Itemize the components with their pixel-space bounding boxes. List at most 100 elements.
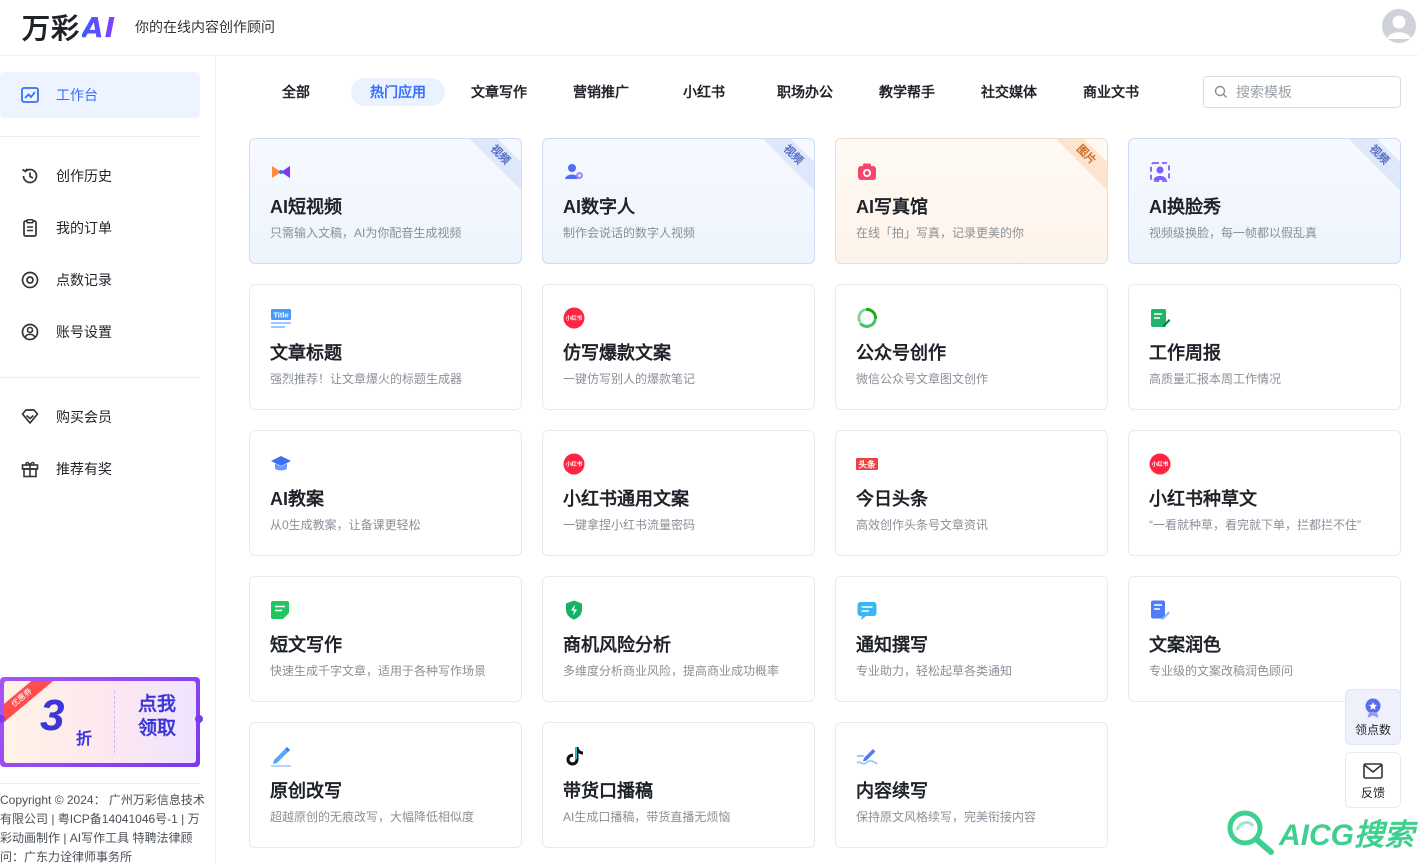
footer-copyright: Copyright © 2024： 广州万彩信息技术有限公司 | 粤ICP备14… bbox=[0, 793, 205, 864]
sidebar-item-workbench[interactable]: 工作台 bbox=[0, 72, 200, 118]
sidebar-item-referral[interactable]: 推荐有奖 bbox=[0, 446, 200, 492]
tab-all[interactable]: 全部 bbox=[268, 78, 324, 106]
card-title: AI换脸秀 bbox=[1149, 197, 1221, 217]
card-description: 专业助力，轻松起草各类通知 bbox=[856, 664, 1013, 678]
tab-social-media[interactable]: 社交媒体 bbox=[976, 78, 1042, 106]
tab-article-writing[interactable]: 文章写作 bbox=[466, 78, 532, 106]
card-ai-short-video[interactable]: AI短视频 只需输入文稿，AI为你配音生成视频 视频 bbox=[249, 138, 522, 264]
xhs-badge-text: 小红书 bbox=[566, 460, 583, 468]
video-bowtie-icon bbox=[270, 161, 292, 183]
notice-icon bbox=[856, 599, 878, 621]
card-live-sales-script[interactable]: 带货口播稿 AI生成口播稿，带货直播无烦恼 bbox=[542, 722, 815, 848]
magnifier-logo-icon bbox=[1227, 810, 1274, 855]
shield-bolt-icon bbox=[563, 599, 585, 621]
claim-points-button[interactable]: 领点数 bbox=[1345, 689, 1401, 745]
continue-write-icon bbox=[856, 745, 878, 767]
order-icon bbox=[20, 218, 40, 238]
card-description: 保持原文风格续写，完美衔接内容 bbox=[856, 810, 1037, 824]
xhs-badge-text: 小红书 bbox=[566, 314, 583, 322]
toutiao-badge-text: 头条 bbox=[858, 460, 876, 471]
card-title: AI写真馆 bbox=[856, 197, 928, 217]
card-content-continue[interactable]: 内容续写 保持原文风格续写，完美衔接内容 bbox=[835, 722, 1108, 848]
card-title: 公众号创作 bbox=[856, 343, 946, 363]
card-description: 视频级换脸，每一帧都以假乱真 bbox=[1149, 226, 1318, 240]
card-description: 快速生成千字文章，适用于各种写作场景 bbox=[270, 664, 487, 678]
card-description: 高质量汇报本周工作情况 bbox=[1149, 372, 1282, 386]
feedback-button[interactable]: 反馈 bbox=[1345, 752, 1401, 808]
card-original-rewrite[interactable]: 原创改写 超越原创的无痕改写，大幅降低相似度 bbox=[249, 722, 522, 848]
logo-ai: AI bbox=[82, 10, 117, 44]
mail-icon bbox=[1363, 762, 1383, 779]
promo-claim-button[interactable]: 点我领取 bbox=[132, 693, 182, 741]
card-toutiao[interactable]: 头条 今日头条 高效创作头条号文章资讯 bbox=[835, 430, 1108, 556]
tab-teaching[interactable]: 教学帮手 bbox=[874, 78, 940, 106]
card-title: 带货口播稿 bbox=[563, 781, 653, 801]
card-article-title[interactable]: Title 文章标题 强烈推荐！让文章爆火的标题生成器 bbox=[249, 284, 522, 410]
card-description: 强烈推荐！让文章爆火的标题生成器 bbox=[270, 372, 463, 386]
tab-marketing[interactable]: 营销推广 bbox=[568, 78, 634, 106]
card-description: 在线「拍」写真，记录更美的你 bbox=[856, 226, 1025, 240]
card-weekly-report[interactable]: 工作周报 高质量汇报本周工作情况 bbox=[1128, 284, 1401, 410]
sidebar-item-label: 购买会员 bbox=[56, 409, 112, 425]
card-ai-digital-human[interactable]: AI数字人 制作会说话的数字人视频 视频 bbox=[542, 138, 815, 264]
brand-logo[interactable]: 万彩 AI bbox=[22, 9, 117, 46]
search-icon bbox=[1214, 85, 1227, 98]
card-description: 一键拿捏小红书流量密码 bbox=[563, 518, 696, 532]
card-imitate-viral-copy[interactable]: 小红书 仿写爆款文案 一键仿写别人的爆款笔记 bbox=[542, 284, 815, 410]
card-description: 高效创作头条号文章资讯 bbox=[856, 518, 989, 532]
card-official-account[interactable]: 公众号创作 微信公众号文章图文创作 bbox=[835, 284, 1108, 410]
short-doc-icon bbox=[270, 599, 292, 621]
xiaohongshu-icon: 小红书 bbox=[563, 307, 585, 329]
card-notice-writing[interactable]: 通知撰写 专业助力，轻松起草各类通知 bbox=[835, 576, 1108, 702]
graduation-cap-icon bbox=[270, 453, 292, 475]
xhs-badge-text: 小红书 bbox=[1152, 460, 1169, 468]
promo-discount-number: 3 bbox=[40, 691, 65, 740]
promo-separator bbox=[114, 691, 115, 753]
promo-discount-unit: 折 bbox=[76, 731, 93, 748]
card-ai-face-swap[interactable]: AI换脸秀 视频级换脸，每一帧都以假乱真 视频 bbox=[1128, 138, 1401, 264]
user-avatar[interactable] bbox=[1382, 9, 1416, 43]
face-swap-icon bbox=[1149, 161, 1171, 183]
tab-office[interactable]: 职场办公 bbox=[772, 78, 838, 106]
watermark-text: AICG搜索 bbox=[1279, 819, 1414, 852]
card-description: 制作会说话的数字人视频 bbox=[563, 226, 696, 240]
sidebar-divider bbox=[0, 136, 200, 137]
sidebar-item-points[interactable]: 点数记录 bbox=[0, 257, 200, 303]
card-business-risk[interactable]: 商机风险分析 多维度分析商业风险，提高商业成功概率 bbox=[542, 576, 815, 702]
card-copy-polish[interactable]: 文案润色 专业级的文案改稿润色顾问 bbox=[1128, 576, 1401, 702]
card-short-writing[interactable]: 短文写作 快速生成千字文章，适用于各种写作场景 bbox=[249, 576, 522, 702]
card-description: “一看就种草，看完就下单，拦都拦不住” bbox=[1149, 518, 1361, 532]
card-title: 内容续写 bbox=[856, 781, 928, 801]
sidebar-item-history[interactable]: 创作历史 bbox=[0, 153, 200, 199]
card-xhs-general-copy[interactable]: 小红书 小红书通用文案 一键拿捏小红书流量密码 bbox=[542, 430, 815, 556]
sidebar-item-orders[interactable]: 我的订单 bbox=[0, 205, 200, 251]
wechat-official-icon bbox=[856, 307, 878, 329]
card-xhs-seeding-post[interactable]: 小红书 小红书种草文 “一看就种草，看完就下单，拦都拦不住” bbox=[1128, 430, 1401, 556]
card-ai-lesson-plan[interactable]: AI教案 从0生成教案，让备课更轻松 bbox=[249, 430, 522, 556]
diamond-icon bbox=[20, 407, 40, 427]
sidebar-item-account[interactable]: 账号设置 bbox=[0, 309, 200, 355]
discount-promo-banner[interactable]: 优惠券 3 折 点我领取 bbox=[0, 677, 203, 767]
tab-hot-apps[interactable]: 热门应用 bbox=[351, 78, 445, 106]
sidebar-item-label: 工作台 bbox=[56, 87, 98, 103]
polish-icon bbox=[1149, 599, 1171, 621]
app-header: 万彩 AI 你的在线内容创作顾问 bbox=[0, 0, 1418, 56]
template-search[interactable] bbox=[1203, 76, 1401, 108]
sidebar-item-label: 账号设置 bbox=[56, 324, 112, 340]
card-description: 一键仿写别人的爆款笔记 bbox=[563, 372, 696, 386]
card-title: AI数字人 bbox=[563, 197, 635, 217]
card-title: 通知撰写 bbox=[856, 635, 928, 655]
card-description: 超越原创的无痕改写，大幅降低相似度 bbox=[270, 810, 475, 824]
sidebar-item-label: 点数记录 bbox=[56, 272, 112, 288]
card-ai-photo-studio[interactable]: AI写真馆 在线「拍」写真，记录更美的你 图片 bbox=[835, 138, 1108, 264]
sidebar-item-membership[interactable]: 购买会员 bbox=[0, 394, 200, 440]
search-input[interactable] bbox=[1236, 84, 1386, 100]
tab-business-docs[interactable]: 商业文书 bbox=[1078, 78, 1144, 106]
tab-xiaohongshu[interactable]: 小红书 bbox=[676, 78, 732, 106]
rewrite-icon bbox=[270, 745, 292, 767]
title-icon: Title bbox=[270, 307, 292, 329]
points-icon bbox=[20, 270, 40, 290]
card-title: AI短视频 bbox=[270, 197, 342, 217]
card-title: 文章标题 bbox=[270, 343, 342, 363]
promo-notch bbox=[195, 715, 203, 723]
